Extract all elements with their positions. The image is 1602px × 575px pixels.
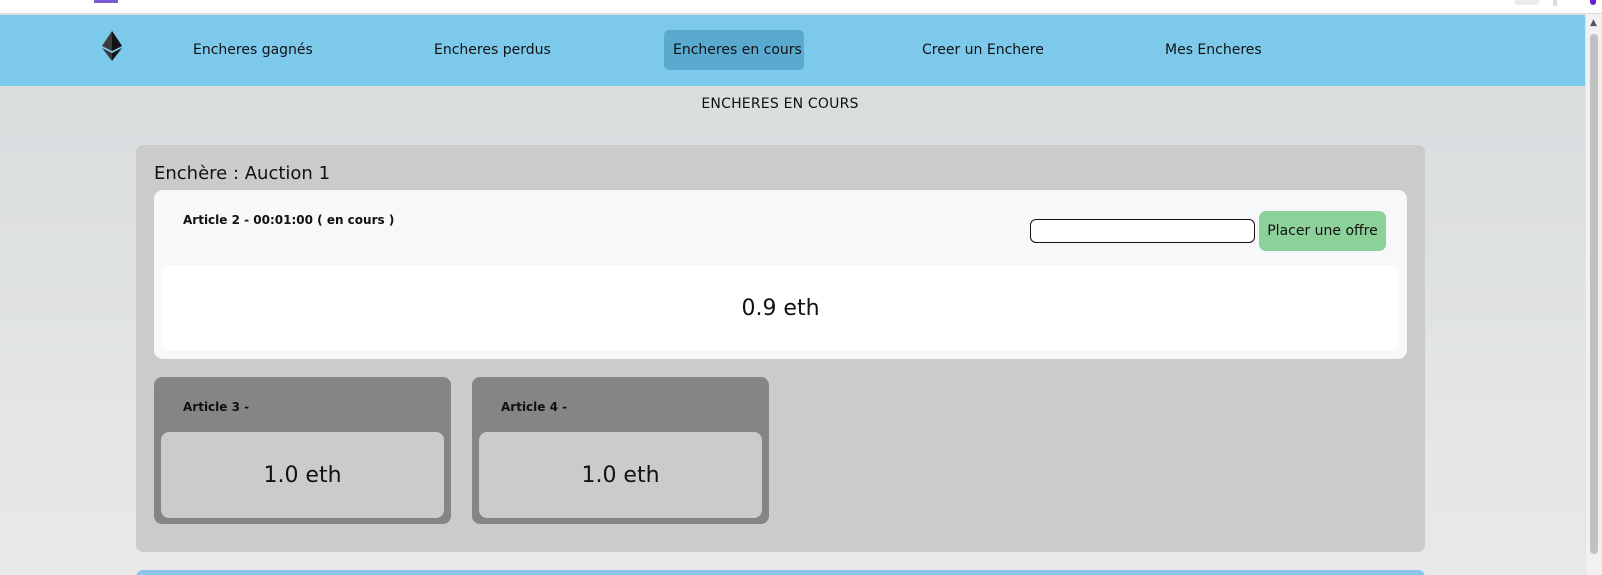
ethereum-icon[interactable] [102,31,122,61]
browser-profile-dot[interactable] [1590,0,1596,5]
page-heading: ENCHERES EN COURS [701,96,859,112]
pending-article-card: Article 4 - 1.0 eth [472,377,769,524]
pending-article-label: Article 4 - [501,400,568,414]
pending-article-label: Article 3 - [183,400,250,414]
browser-top-strip [0,0,1602,14]
nav-item-encheres-en-cours[interactable]: Encheres en cours [664,30,804,70]
browser-tab-indicator [94,0,118,3]
active-article-label: Article 2 - 00:01:00 ( en cours ) [183,213,395,227]
next-auction-panel [136,570,1425,575]
place-bid-button[interactable]: Placer une offre [1259,211,1386,251]
nav-item-mes-encheres[interactable]: Mes Encheres [1156,30,1271,70]
bid-amount-input[interactable] [1030,219,1255,243]
auction-title: Enchère : Auction 1 [154,163,331,184]
scrollbar-thumb[interactable] [1590,34,1598,554]
browser-extension-button[interactable] [1514,0,1540,5]
active-article-card: Article 2 - 00:01:00 ( en cours ) Placer… [154,190,1407,359]
nav-item-encheres-perdus[interactable]: Encheres perdus [425,30,560,70]
auction-panel: Enchère : Auction 1 Article 2 - 00:01:00… [136,145,1425,552]
scroll-up-arrow-icon[interactable]: ▲ [1590,18,1597,28]
browser-edge [1553,0,1557,6]
nav-item-encheres-gagnes[interactable]: Encheres gagnés [184,30,322,70]
top-navbar: Encheres gagnés Encheres perdus Encheres… [0,15,1585,86]
vertical-scrollbar[interactable]: ▲ [1585,14,1602,575]
nav-item-creer-enchere[interactable]: Creer un Enchere [913,30,1053,70]
pending-article-price: 1.0 eth [161,432,444,518]
pending-article-price: 1.0 eth [479,432,762,518]
active-article-price: 0.9 eth [162,265,1399,351]
pending-article-card: Article 3 - 1.0 eth [154,377,451,524]
